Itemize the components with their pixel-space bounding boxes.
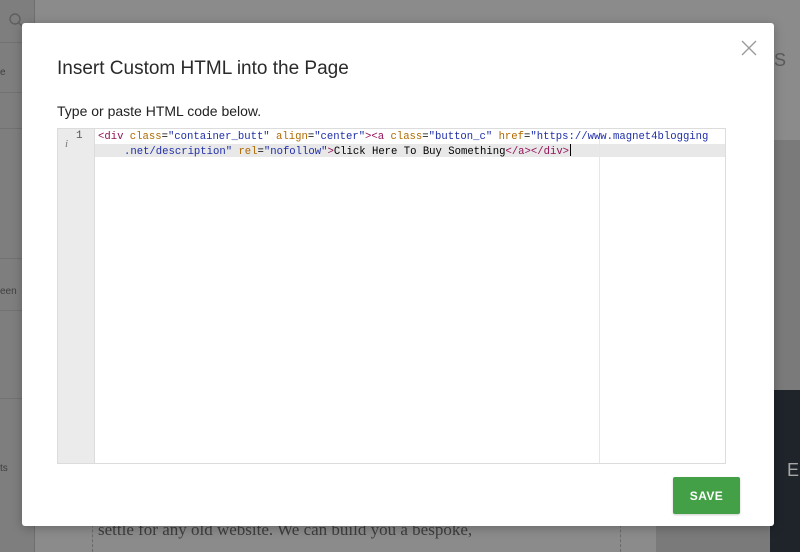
code-token: "center" [314, 131, 366, 143]
code-token: class [129, 131, 162, 143]
code-token: "button_c" [428, 131, 493, 143]
code-token: <div [98, 131, 124, 143]
code-token: "https://www.magnet4blogging [530, 131, 709, 143]
text-cursor [570, 144, 572, 156]
custom-html-modal: Insert Custom HTML into the Page Type or… [22, 23, 774, 526]
code-token: align [276, 131, 308, 143]
code-token: </a></div> [505, 146, 570, 158]
code-token: ><a [365, 131, 385, 143]
background-right-letter: E [787, 460, 800, 480]
code-line-wrapped: .net/description" rel="nofollow">Click H… [124, 144, 572, 158]
editor-instruction: Type or paste HTML code below. [57, 103, 262, 119]
code-token: class [390, 131, 423, 143]
code-token: "nofollow" [263, 146, 328, 158]
code-line: <div class="container_butt" align="cente… [98, 131, 709, 143]
code-content[interactable]: <div class="container_butt" align="cente… [98, 130, 718, 159]
code-token: "container_butt" [167, 131, 270, 143]
code-token: Click Here To Buy Something [333, 146, 506, 158]
background-right-letter: S [774, 50, 787, 70]
html-code-editor[interactable]: i 1 <div class="container_butt" align="c… [57, 128, 726, 464]
close-icon[interactable] [738, 37, 760, 59]
line-number: 1 [76, 130, 83, 142]
code-token: rel [238, 146, 258, 158]
info-icon: i [65, 138, 69, 150]
background-sidebar-label: e [0, 67, 6, 78]
editor-gutter: i 1 [58, 129, 95, 463]
code-token: .net/description" [124, 146, 233, 158]
background-sidebar-label: een [0, 286, 17, 297]
print-margin [599, 129, 600, 463]
modal-title: Insert Custom HTML into the Page [57, 58, 349, 79]
save-button[interactable]: SAVE [673, 477, 740, 514]
background-sidebar-label: ts [0, 463, 8, 474]
code-token: href [498, 131, 525, 143]
